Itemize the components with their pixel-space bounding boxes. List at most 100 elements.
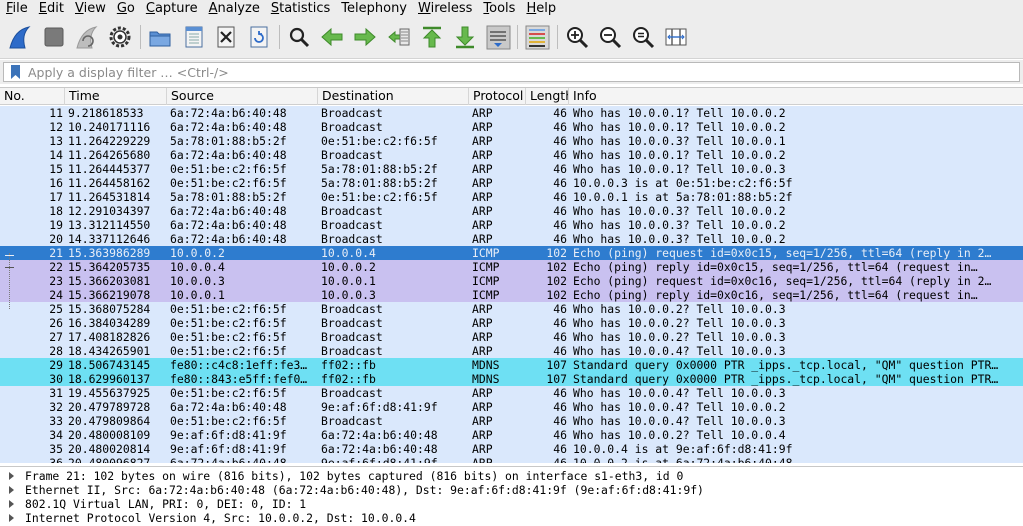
expand-arrow-icon[interactable] <box>9 486 14 494</box>
menu-analyze[interactable]: Analyze <box>203 1 265 16</box>
packet-time-cell: 18.506743145 <box>68 358 151 372</box>
stop-square-icon[interactable] <box>40 23 68 51</box>
menu-help[interactable]: Help <box>520 1 561 16</box>
packet-row[interactable]: 27 17.408182826 0e:51:be:c2:f6:5f Broadcast… <box>0 330 1023 344</box>
column-header-info[interactable]: Info <box>569 88 1023 105</box>
zoom-in-icon[interactable] <box>563 23 591 51</box>
packet-src-cell: 6a:72:4a:b6:40:48 <box>170 456 287 463</box>
packet-row[interactable]: 20 14.337112646 6a:72:4a:b6:40:48 Broadcast… <box>0 232 1023 246</box>
expand-arrow-icon[interactable] <box>9 500 14 508</box>
packet-len-cell: 46 <box>553 316 567 330</box>
menu-mnemonic: C <box>145 1 155 16</box>
packet-row[interactable]: 18 12.291034397 6a:72:4a:b6:40:48 Broadcast… <box>0 204 1023 218</box>
column-header-destination[interactable]: Destination <box>318 88 469 105</box>
capture-options-gear-icon[interactable] <box>106 23 134 51</box>
packet-src-cell: 6a:72:4a:b6:40:48 <box>170 148 287 162</box>
save-file-icon[interactable] <box>180 23 208 51</box>
packet-proto-cell: MDNS <box>472 358 500 372</box>
packet-row[interactable]: 33 20.479809864 0e:51:be:c2:f6:5f Broadcast… <box>0 414 1023 428</box>
menu-statistics[interactable]: Statistics <box>265 1 335 16</box>
packet-src-cell: 0e:51:be:c2:f6:5f <box>170 302 287 316</box>
menu-edit[interactable]: Edit <box>33 1 69 16</box>
menu-label: ile <box>12 1 28 16</box>
packet-info-cell: Who has 10.0.0.4? Tell 10.0.0.2 <box>573 400 786 414</box>
menu-view[interactable]: View <box>69 1 111 16</box>
go-first-packet-icon[interactable] <box>418 23 446 51</box>
packet-row[interactable]: 29 18.506743145 fe80::c4c8:1eff:fe3… ff02::… <box>0 358 1023 372</box>
menu-telephony[interactable]: Telephony <box>335 1 412 16</box>
packet-row[interactable]: 16 11.264458162 0e:51:be:c2:f6:5f 5a:78:01:… <box>0 176 1023 190</box>
zoom-out-icon[interactable] <box>596 23 624 51</box>
packet-row[interactable]: 13 11.264229229 5a:78:01:88:b5:2f 0e:51:be:… <box>0 134 1023 148</box>
filter-bookmark-icon[interactable] <box>7 63 23 81</box>
packet-row[interactable]: 23 15.366203081 10.0.0.3 10.0.0.1 ICMP 102 Ech… <box>0 274 1023 288</box>
go-to-packet-icon[interactable] <box>385 23 413 51</box>
menu-go[interactable]: Go <box>111 1 140 16</box>
packet-no-cell: 20 <box>49 232 63 246</box>
packet-src-cell: 9e:af:6f:d8:41:9f <box>170 428 287 442</box>
packet-info-cell: Who has 10.0.0.3? Tell 10.0.0.2 <box>573 218 786 232</box>
go-back-arrow-icon[interactable] <box>318 23 346 51</box>
menu-file[interactable]: File <box>0 1 33 16</box>
go-forward-arrow-icon[interactable] <box>351 23 379 51</box>
packet-info-cell: 10.0.0.3 is at 0e:51:be:c2:f6:5f <box>573 176 793 190</box>
go-last-packet-icon[interactable] <box>451 23 479 51</box>
reload-file-icon[interactable] <box>245 23 273 51</box>
menu-capture[interactable]: Capture <box>140 1 203 16</box>
menu-tools[interactable]: Tools <box>477 1 520 16</box>
packet-len-cell: 46 <box>553 400 567 414</box>
colorize-icon[interactable] <box>523 23 551 51</box>
packet-row[interactable]: 34 20.480008109 9e:af:6f:d8:41:9f 6a:72:4a:… <box>0 428 1023 442</box>
column-header-protocol[interactable]: Protocol <box>469 88 526 105</box>
packet-row[interactable]: 21 15.363986289 10.0.0.2 10.0.0.4 ICMP 102 Ech… <box>0 246 1023 260</box>
packet-src-cell: 0e:51:be:c2:f6:5f <box>170 386 287 400</box>
menu-wireless[interactable]: Wireless <box>412 1 477 16</box>
packet-row[interactable]: 28 18.434265901 0e:51:be:c2:f6:5f Broadcast… <box>0 344 1023 358</box>
packet-src-cell: 0e:51:be:c2:f6:5f <box>170 176 287 190</box>
packet-no-cell: 33 <box>49 414 63 428</box>
detail-tree-item[interactable]: Frame 21: 102 bytes on wire (816 bits), … <box>0 469 1023 483</box>
packet-row[interactable]: 32 20.479789728 6a:72:4a:b6:40:48 9e:af:6f:… <box>0 400 1023 414</box>
detail-tree-label: Frame 21: 102 bytes on wire (816 bits), … <box>25 469 684 483</box>
packet-dst-cell: 10.0.0.2 <box>321 260 376 274</box>
packet-src-cell: 10.0.0.1 <box>170 288 225 302</box>
packet-row[interactable]: 12 10.240171116 6a:72:4a:b6:40:48 Broadcast… <box>0 120 1023 134</box>
packet-row[interactable]: 19 13.312114550 6a:72:4a:b6:40:48 Broadcast… <box>0 218 1023 232</box>
packet-row[interactable]: 35 20.480020814 9e:af:6f:d8:41:9f 6a:72:4a:… <box>0 442 1023 456</box>
find-magnifier-icon[interactable] <box>285 23 313 51</box>
packet-row[interactable]: 24 15.366219078 10.0.0.1 10.0.0.3 ICMP 102 Ech… <box>0 288 1023 302</box>
packet-row[interactable]: 17 11.264531814 5a:78:01:88:b5:2f 0e:51:be:… <box>0 190 1023 204</box>
column-header-source[interactable]: Source <box>167 88 318 105</box>
shark-fin-start-icon[interactable] <box>6 23 34 51</box>
packet-row[interactable]: 25 15.368075284 0e:51:be:c2:f6:5f Broadcast… <box>0 302 1023 316</box>
detail-tree-item[interactable]: 802.1Q Virtual LAN, PRI: 0, DEI: 0, ID: … <box>0 497 1023 511</box>
zoom-normal-icon[interactable] <box>629 23 657 51</box>
restart-fin-icon[interactable] <box>73 23 101 51</box>
column-header-time[interactable]: Time <box>65 88 167 105</box>
packet-row[interactable]: 30 18.629960137 fe80::843:e5ff:fef0… ff02::… <box>0 372 1023 386</box>
packet-len-cell: 102 <box>546 288 567 302</box>
menu-mnemonic: V <box>74 1 84 16</box>
packet-row[interactable]: 26 16.384034289 0e:51:be:c2:f6:5f Broadcast… <box>0 316 1023 330</box>
packet-row[interactable]: 14 11.264265680 6a:72:4a:b6:40:48 Broadcast… <box>0 148 1023 162</box>
packet-row[interactable]: 15 11.264445377 0e:51:be:c2:f6:5f 5a:78:01:… <box>0 162 1023 176</box>
display-filter-input[interactable] <box>23 63 1019 81</box>
packet-row[interactable]: 22 15.364205735 10.0.0.4 10.0.0.2 ICMP 102 Ech… <box>0 260 1023 274</box>
packet-row[interactable]: 31 19.455637925 0e:51:be:c2:f6:5f Broadcast… <box>0 386 1023 400</box>
detail-tree-item[interactable]: Internet Protocol Version 4, Src: 10.0.0… <box>0 511 1023 525</box>
close-file-icon[interactable] <box>212 23 240 51</box>
open-folder-icon[interactable] <box>146 23 174 51</box>
detail-tree-item[interactable]: Ethernet II, Src: 6a:72:4a:b6:40:48 (6a:… <box>0 483 1023 497</box>
auto-scroll-icon[interactable] <box>484 23 512 51</box>
packet-row[interactable]: 11 9.218618533 6a:72:4a:b6:40:48 Broadcast A… <box>0 106 1023 120</box>
expand-arrow-icon[interactable] <box>9 514 14 522</box>
resize-columns-icon[interactable] <box>662 23 690 51</box>
column-header-no[interactable]: No. <box>0 88 65 105</box>
packet-dst-cell: 0e:51:be:c2:f6:5f <box>321 190 438 204</box>
packet-time-cell: 20.480096827 <box>68 456 151 463</box>
expand-arrow-icon[interactable] <box>9 472 14 480</box>
packet-no-cell: 30 <box>49 372 63 386</box>
packet-row[interactable]: 36 20.480096827 6a:72:4a:b6:40:48 9e:af:6f:… <box>0 456 1023 463</box>
column-header-length[interactable]: Length <box>526 88 569 105</box>
menu-label: Telephony <box>341 1 407 16</box>
